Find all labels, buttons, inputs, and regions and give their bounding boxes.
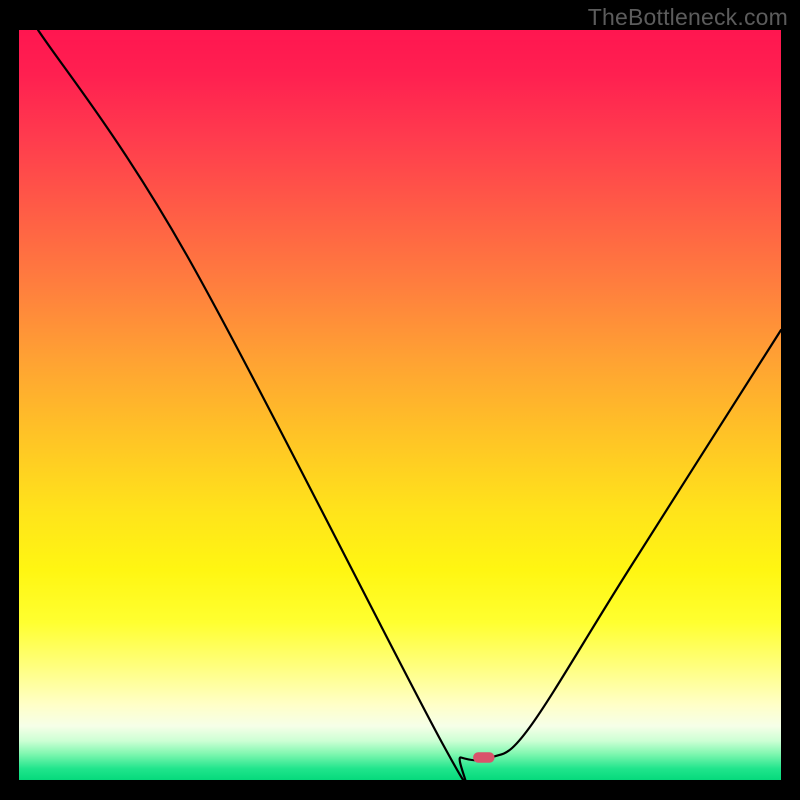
plot-background — [19, 30, 781, 780]
watermark-text: TheBottleneck.com — [588, 4, 788, 31]
chart-svg — [0, 0, 800, 800]
bottleneck-chart: TheBottleneck.com — [0, 0, 800, 800]
optimal-marker — [473, 752, 494, 763]
